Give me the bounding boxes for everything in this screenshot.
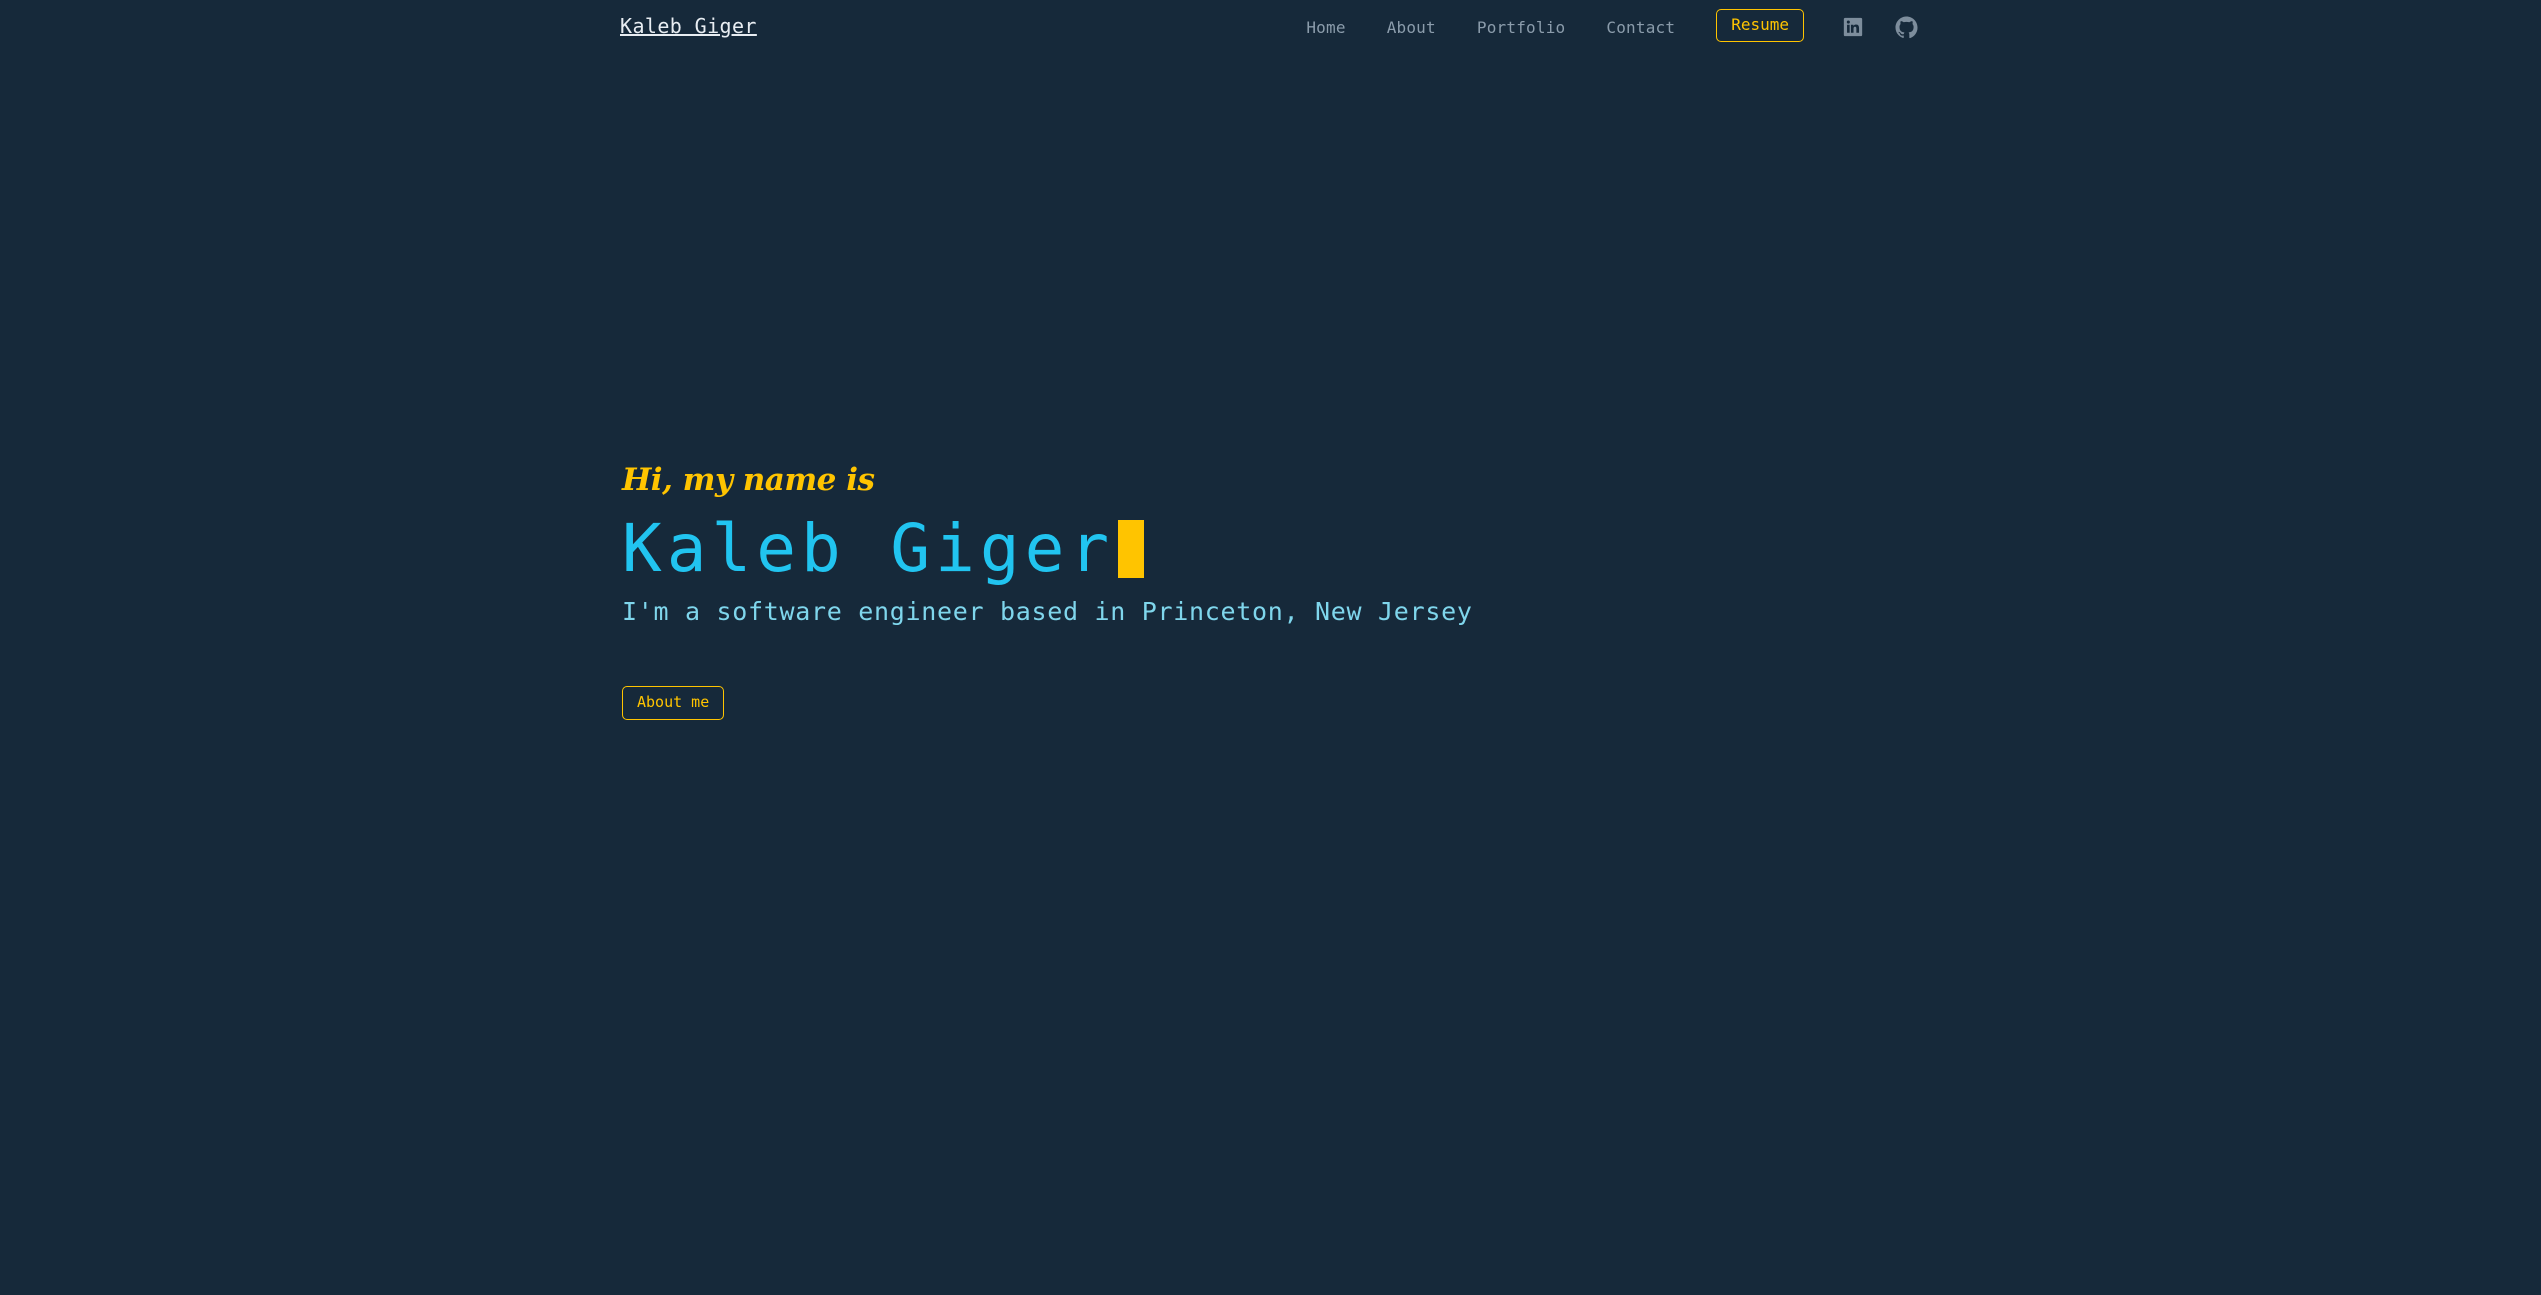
- nav-link-home[interactable]: Home: [1306, 18, 1345, 37]
- resume-button[interactable]: Resume: [1716, 9, 1804, 42]
- linkedin-icon[interactable]: [1840, 14, 1866, 40]
- nav-link-contact[interactable]: Contact: [1606, 18, 1675, 37]
- top-navigation-bar: Kaleb Giger Home About Portfolio Contact…: [0, 0, 2541, 54]
- hero-subtitle: I'm a software engineer based in Princet…: [622, 597, 1473, 626]
- hero-greeting: Hi, my name is: [622, 462, 875, 498]
- about-me-button[interactable]: About me: [622, 686, 725, 720]
- hero-section: Hi, my name is Kaleb Giger I'm a softwar…: [622, 465, 1922, 720]
- nav-link-about[interactable]: About: [1387, 18, 1436, 37]
- typing-cursor-icon: [1118, 520, 1145, 578]
- nav-links-group: Home About Portfolio Contact Resume: [1306, 0, 2541, 54]
- github-icon[interactable]: [1893, 14, 1919, 40]
- nav-link-portfolio[interactable]: Portfolio: [1477, 18, 1566, 37]
- brand-logo[interactable]: Kaleb Giger: [620, 14, 757, 38]
- hero-name-heading: Kaleb Giger: [622, 510, 1115, 587]
- hero-headline-row: Kaleb Giger: [622, 513, 1922, 585]
